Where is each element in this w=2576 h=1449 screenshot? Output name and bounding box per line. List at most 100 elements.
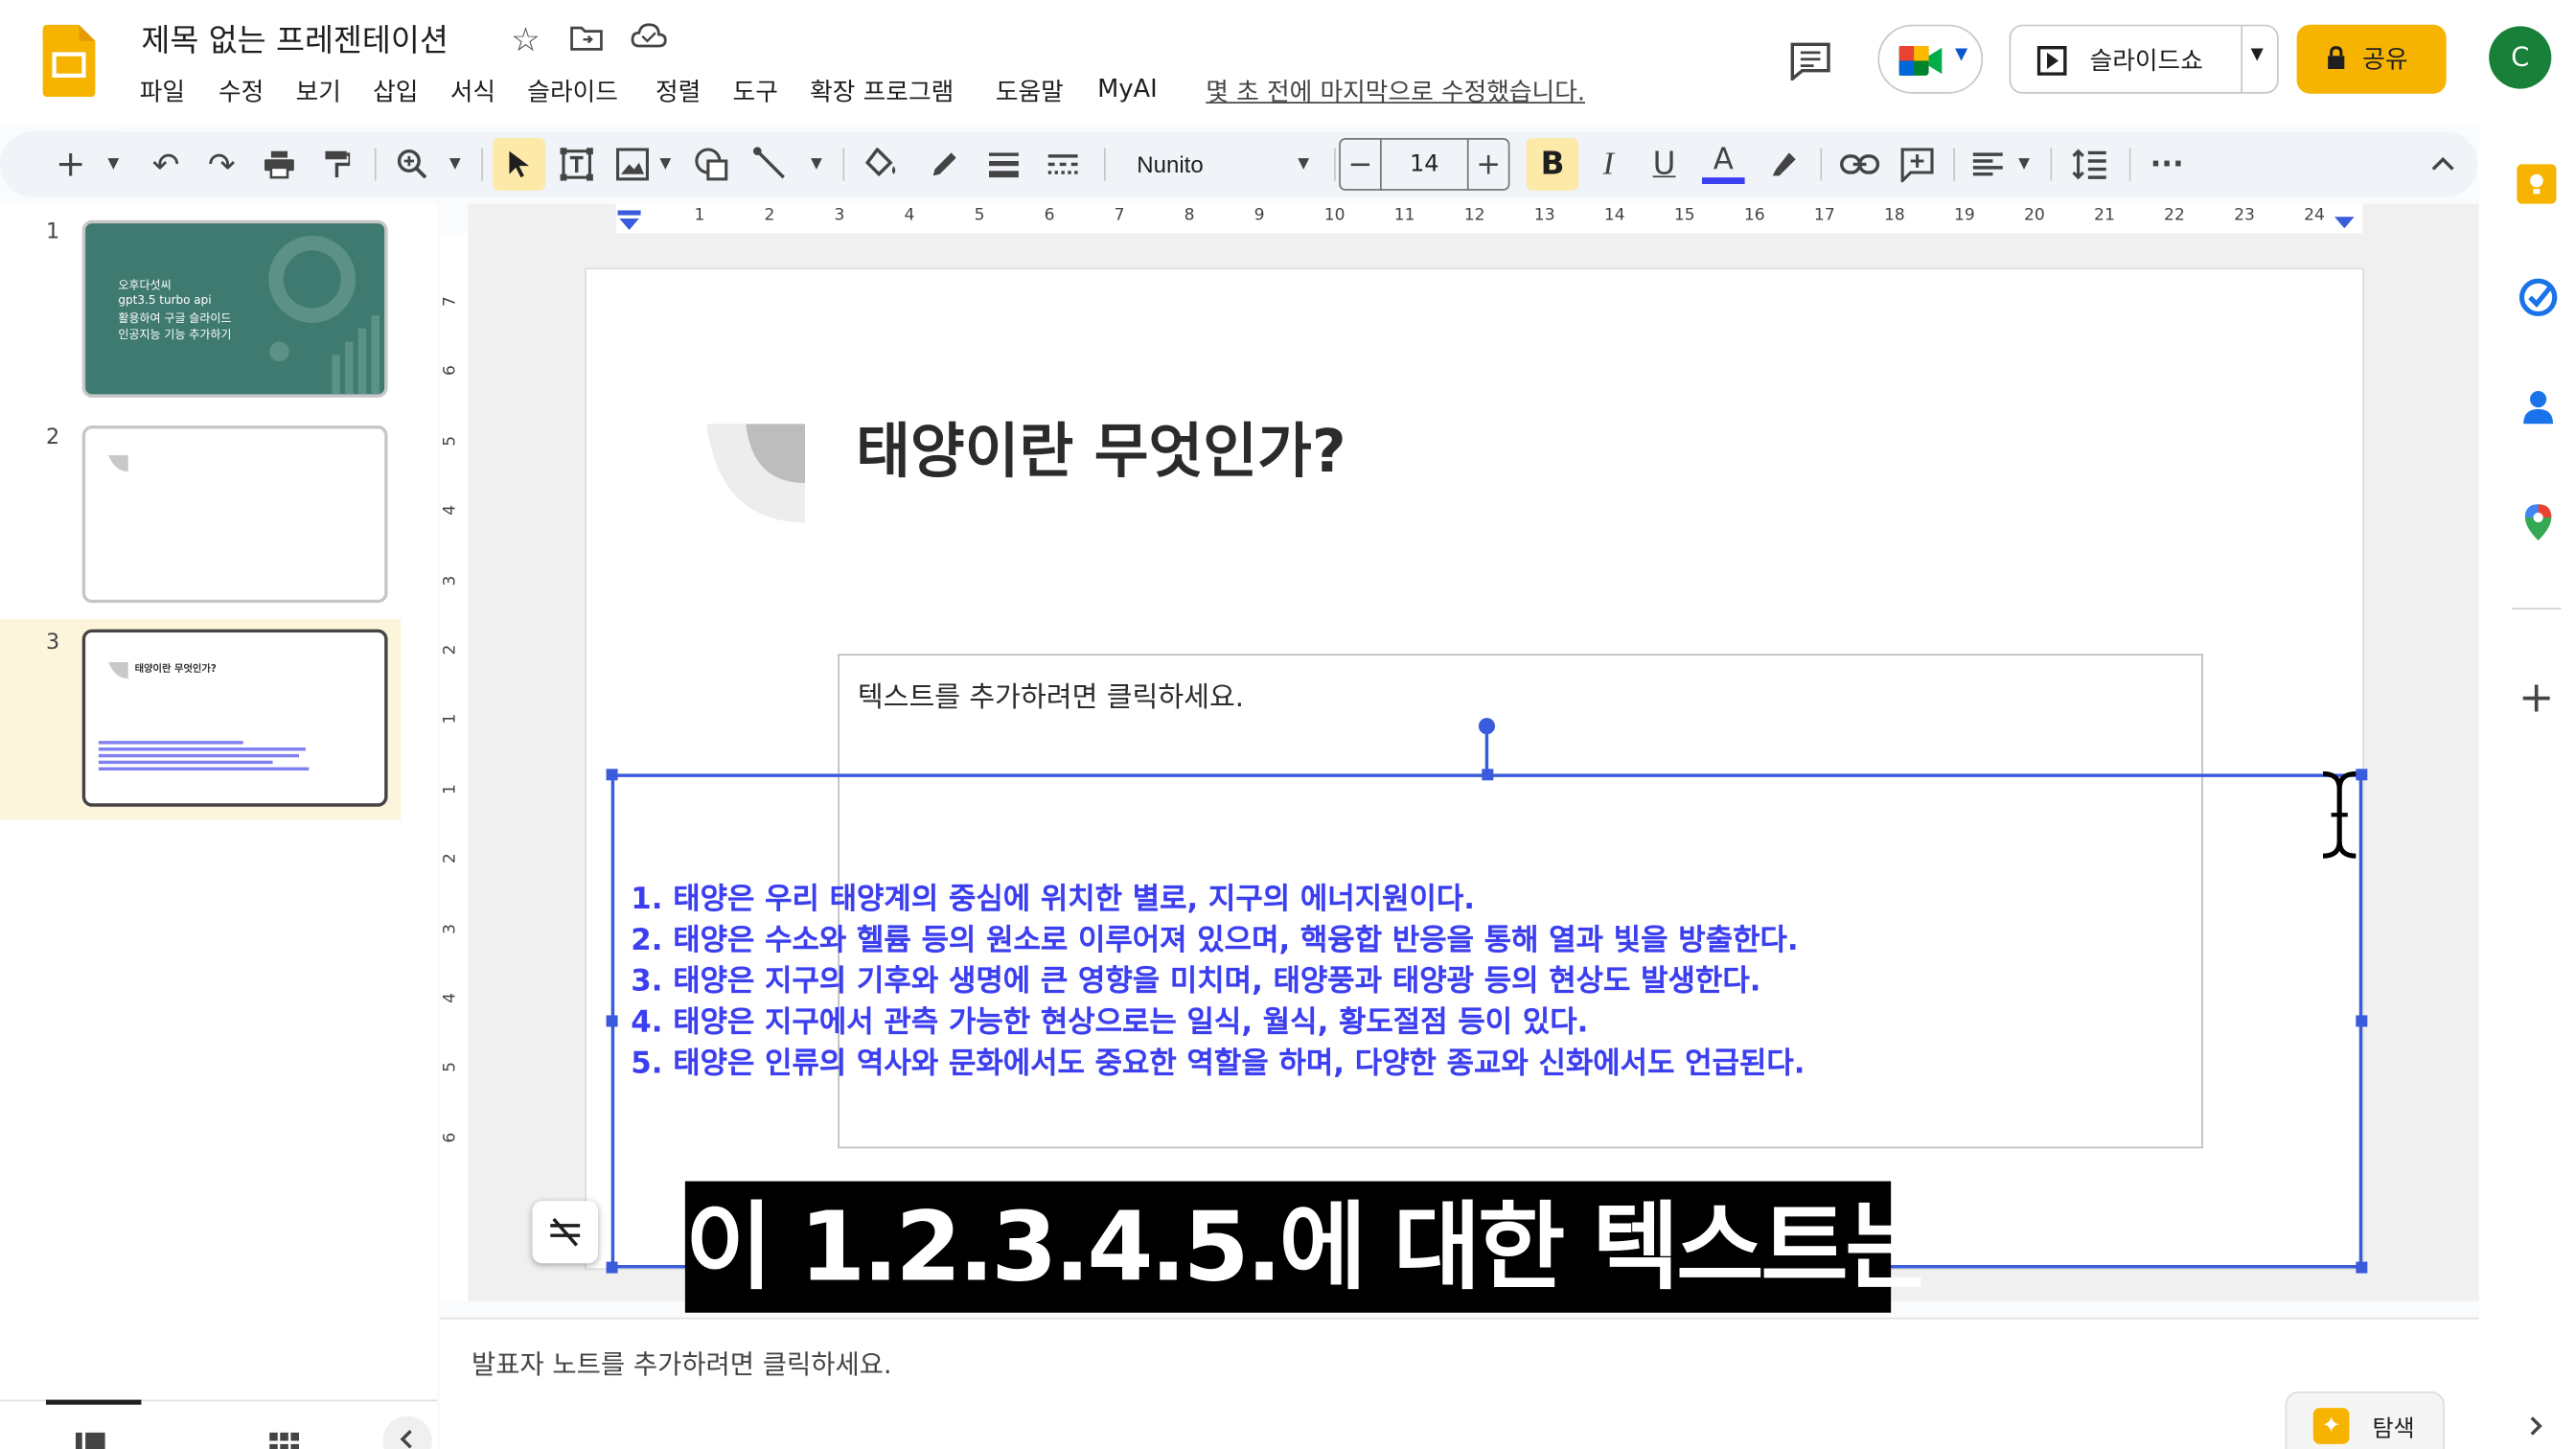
print-icon[interactable]: [258, 131, 301, 197]
thumbnail-text: gpt3.5 turbo api: [118, 293, 212, 308]
border-dash-icon[interactable]: [1042, 131, 1085, 197]
new-slide-icon[interactable]: +: [49, 131, 92, 197]
slideshow-button[interactable]: 슬라이드쇼 ▼: [2009, 24, 2279, 94]
menu-view[interactable]: 보기: [296, 74, 341, 108]
text-box-icon[interactable]: [555, 131, 598, 197]
clear-formatting-button[interactable]: [532, 1201, 599, 1264]
slideshow-dropdown-icon[interactable]: ▼: [2251, 46, 2264, 64]
cloud-status-icon[interactable]: [631, 21, 667, 58]
slide-thumbnail-3[interactable]: 태양이란 무엇인가?: [81, 629, 388, 807]
last-edit-link[interactable]: 몇 초 전에 마지막으로 수정했습니다.: [1206, 74, 1585, 108]
body-list-item[interactable]: 4. 태양은 지구에서 관측 가능한 현상으로는 일식, 월식, 황도절점 등이…: [631, 999, 1588, 1042]
slide-thumbnail-1[interactable]: 오후다섯씨 gpt3.5 turbo api 활용하여 구글 슬라이드 인공지능…: [81, 219, 388, 398]
slides-logo-icon[interactable]: [42, 24, 96, 98]
keep-icon[interactable]: [2517, 164, 2557, 204]
menu-slide[interactable]: 슬라이드: [527, 74, 618, 108]
document-title[interactable]: 제목 없는 프레젠테이션: [141, 16, 448, 60]
collapse-toolbar-icon[interactable]: [2422, 131, 2465, 197]
select-tool-icon[interactable]: [493, 138, 546, 191]
line-icon[interactable]: [749, 131, 793, 197]
paint-format-icon[interactable]: [315, 131, 358, 197]
body-list-item[interactable]: 3. 태양은 지구의 기후와 생명에 큰 영향을 미치며, 태양풍과 태양광 등…: [631, 957, 1760, 1000]
slide-title[interactable]: 태양이란 무엇인가?: [856, 404, 1346, 490]
slideshow-label: 슬라이드쇼: [2089, 46, 2203, 76]
zoom-dropdown-icon[interactable]: ▼: [444, 131, 467, 197]
horizontal-ruler[interactable]: 1 2 3 4 5 6 7 8 9 10 11 12 13 14 15 16 17 18 19 20 21 22 23 24: [468, 203, 2479, 236]
font-family-select[interactable]: Nunito ▼: [1120, 131, 1324, 197]
menu-format[interactable]: 서식: [450, 74, 495, 108]
expand-panel-icon[interactable]: [2528, 1413, 2544, 1444]
vertical-ruler[interactable]: 7 6 5 4 3 2 1 1 2 3 4 5 6: [440, 233, 471, 1301]
menu-file[interactable]: 파일: [140, 74, 185, 108]
maps-icon[interactable]: [2523, 503, 2553, 549]
ruler-tick-label: 13: [1533, 207, 1555, 225]
image-icon[interactable]: [611, 131, 655, 197]
font-size-input[interactable]: 14: [1380, 138, 1469, 191]
ruler-tick-label: 5: [974, 207, 985, 225]
bold-icon[interactable]: B: [1526, 138, 1579, 191]
image-dropdown-icon[interactable]: ▼: [654, 131, 677, 197]
font-size-increase-button[interactable]: +: [1466, 138, 1510, 191]
menu-extensions[interactable]: 확장 프로그램: [810, 74, 954, 108]
slide-thumbnail-2[interactable]: [81, 426, 388, 604]
italic-icon[interactable]: I: [1587, 131, 1630, 197]
speaker-notes[interactable]: 발표자 노트를 추가하려면 클릭하세요.: [440, 1317, 2479, 1449]
meet-button[interactable]: ▼: [1877, 24, 1984, 94]
tasks-icon[interactable]: [2518, 278, 2558, 324]
ruler-tick-label: 2: [441, 853, 460, 864]
line-dropdown-icon[interactable]: ▼: [805, 131, 828, 197]
zoom-icon[interactable]: [391, 131, 434, 197]
new-slide-dropdown-icon[interactable]: ▼: [102, 131, 125, 197]
ruler-tick-label: 5: [441, 435, 460, 447]
fill-color-icon[interactable]: [861, 131, 904, 197]
menu-myai[interactable]: MyAI: [1097, 74, 1158, 104]
grid-view-icon[interactable]: [269, 1428, 300, 1449]
align-dropdown-icon[interactable]: ▼: [2012, 131, 2036, 197]
align-icon[interactable]: [1969, 131, 2006, 197]
menu-tools[interactable]: 도구: [733, 74, 778, 108]
menu-help[interactable]: 도움말: [996, 74, 1064, 108]
redo-icon[interactable]: ↷: [200, 131, 243, 197]
body-list-item[interactable]: 5. 태양은 인류의 역사와 문화에서도 중요한 역할을 하며, 다양한 종교와…: [631, 1040, 1805, 1083]
resize-handle[interactable]: [606, 1261, 618, 1274]
top-bar: 제목 없는 프레젠테이션 ☆ 파일 수정 보기 삽입 서식 슬라이드 정렬 도구…: [0, 0, 2576, 126]
menu-edit[interactable]: 수정: [218, 74, 264, 108]
undo-icon[interactable]: ↶: [145, 131, 188, 197]
resize-handle[interactable]: [606, 769, 618, 781]
ruler-margin-left: [468, 203, 616, 234]
contacts-icon[interactable]: [2520, 388, 2557, 434]
underline-icon[interactable]: U: [1643, 131, 1686, 197]
star-icon[interactable]: ☆: [511, 20, 540, 59]
speaker-notes-placeholder: 발표자 노트를 추가하려면 클릭하세요.: [472, 1348, 892, 1381]
resize-handle[interactable]: [2356, 1261, 2368, 1274]
resize-handle[interactable]: [606, 1015, 618, 1027]
move-folder-icon[interactable]: [570, 23, 603, 59]
resize-handle[interactable]: [2356, 1015, 2368, 1027]
chevron-down-icon: ▼: [1298, 155, 1310, 173]
link-icon[interactable]: [1838, 131, 1881, 197]
resize-handle[interactable]: [1482, 769, 1494, 781]
add-comment-icon[interactable]: [1896, 131, 1939, 197]
line-spacing-icon[interactable]: [2068, 131, 2111, 197]
ruler-tick-label: 6: [441, 365, 460, 377]
rotate-handle[interactable]: [1478, 718, 1496, 735]
border-weight-icon[interactable]: [982, 131, 1025, 197]
avatar[interactable]: C: [2489, 26, 2552, 89]
menu-insert[interactable]: 삽입: [373, 74, 418, 108]
toolbar-divider: [1334, 148, 1336, 181]
share-button[interactable]: 공유: [2296, 24, 2447, 94]
thumbnail-text: 인공지능 기능 추가하기: [118, 328, 232, 342]
body-list-item[interactable]: 1. 태양은 우리 태양계의 중심에 위치한 별로, 지구의 에너지원이다.: [631, 876, 1475, 919]
font-size-decrease-button[interactable]: −: [1339, 138, 1382, 191]
comments-icon[interactable]: [1789, 41, 1832, 87]
border-color-icon[interactable]: [923, 131, 966, 197]
filmstrip-view-icon[interactable]: [75, 1428, 105, 1449]
highlight-icon[interactable]: [1762, 131, 1806, 197]
explore-button[interactable]: ✦ 탐색: [2285, 1392, 2445, 1449]
body-list-item[interactable]: 2. 태양은 수소와 헬륨 등의 원소로 이루어져 있으며, 핵융합 반응을 통…: [631, 917, 1798, 960]
text-color-icon[interactable]: A: [1702, 131, 1745, 197]
more-options-icon[interactable]: ···: [2146, 131, 2189, 197]
menu-arrange[interactable]: 정렬: [656, 74, 701, 108]
get-addons-icon[interactable]: +: [2518, 677, 2554, 720]
shape-icon[interactable]: [690, 131, 733, 197]
